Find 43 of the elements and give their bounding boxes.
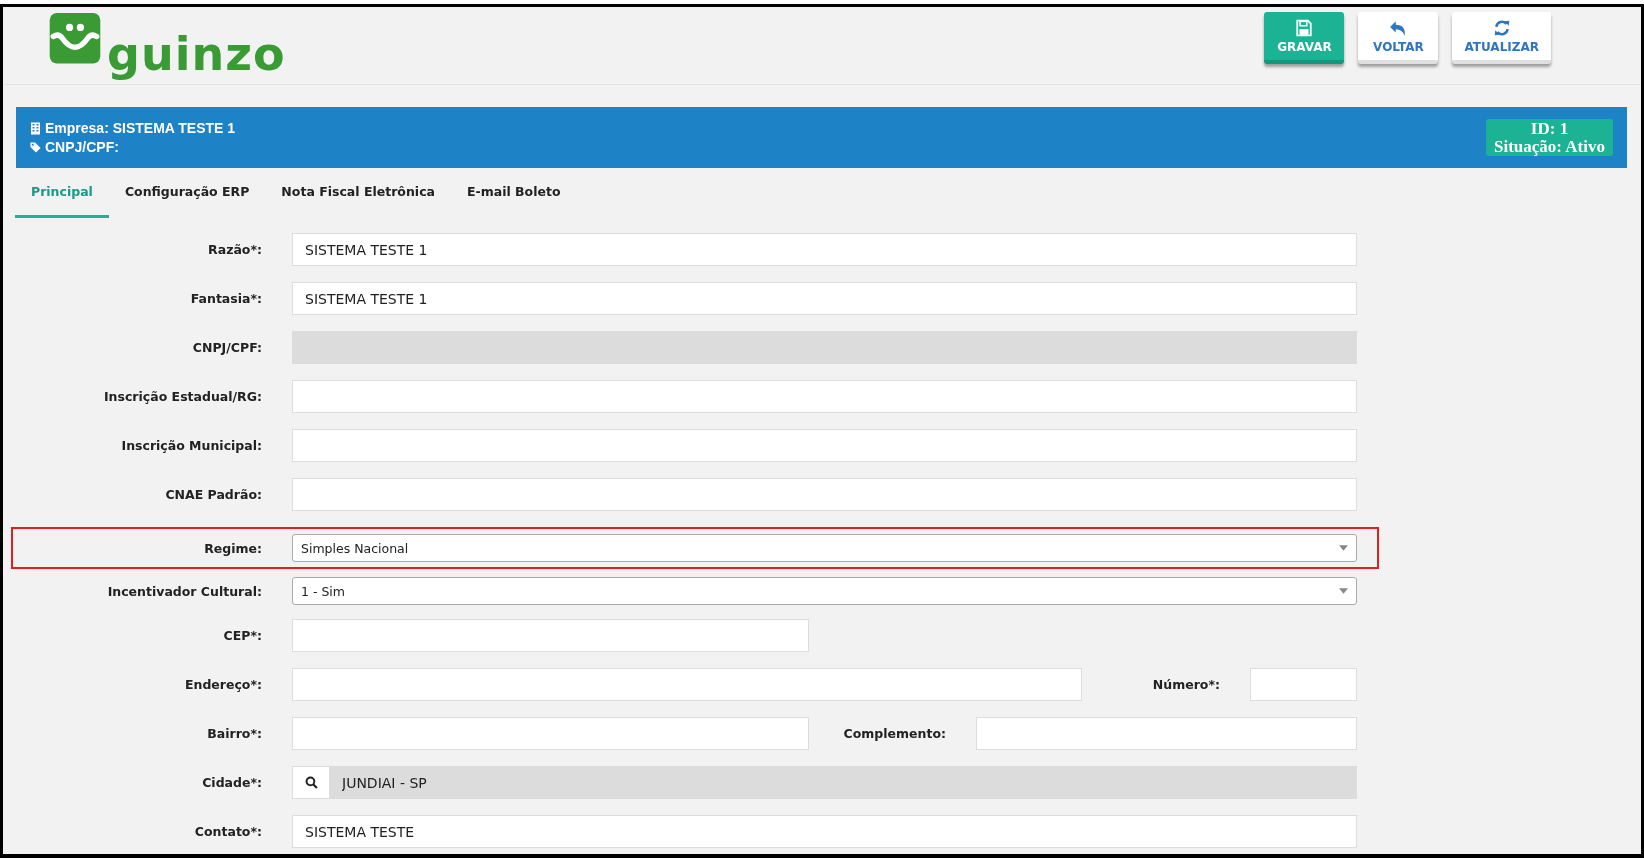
field-label: Endereço*: — [183, 677, 262, 692]
input-field[interactable] — [1250, 668, 1357, 701]
tag-icon — [30, 140, 41, 154]
field-label: Bairro*: — [206, 726, 262, 741]
building-icon — [30, 121, 41, 135]
input-field[interactable] — [976, 717, 1357, 750]
field-label: CNAE Padrão: — [164, 487, 262, 502]
input-field[interactable] — [292, 380, 1357, 413]
field-label: Regime: — [203, 540, 262, 556]
tab[interactable]: E-mail Boleto — [451, 168, 577, 218]
tab[interactable]: Configuração ERP — [108, 168, 266, 218]
input-field[interactable] — [292, 668, 1082, 701]
field-label: Inscrição Estadual/RG: — [102, 389, 262, 404]
input-field[interactable] — [292, 717, 809, 750]
company-document: CNPJ/CPF: — [45, 139, 119, 155]
refresh-button[interactable]: ATUALIZAR — [1452, 12, 1551, 64]
back-button[interactable]: VOLTAR — [1358, 12, 1439, 64]
input-field[interactable]: SISTEMA TESTE 1 — [292, 282, 1357, 315]
dropdown-caret-icon — [1339, 588, 1348, 594]
select-field[interactable]: 1 - Sim — [292, 577, 1357, 605]
field-label: Razão*: — [207, 242, 262, 257]
field-label: Número*: — [1151, 677, 1220, 692]
input-field[interactable] — [292, 619, 809, 652]
field-label: Complemento: — [842, 726, 946, 741]
input-field[interactable] — [292, 429, 1357, 462]
input-field[interactable]: SISTEMA TESTE — [292, 815, 1357, 848]
input-field[interactable]: SISTEMA TESTE 1 — [292, 233, 1357, 266]
tab[interactable]: Nota Fiscal Eletrônica — [265, 168, 451, 218]
field-label: Cidade*: — [201, 775, 262, 790]
field-label: Inscrição Municipal: — [120, 438, 262, 453]
dropdown-caret-icon — [1339, 545, 1348, 551]
search-icon — [304, 776, 318, 789]
company-name: Empresa: SISTEMA TESTE 1 — [45, 120, 236, 136]
input-field[interactable] — [292, 478, 1357, 511]
field-label: Incentivador Cultural: — [106, 583, 262, 599]
refresh-icon — [1492, 18, 1511, 37]
field-label: CEP*: — [222, 628, 262, 643]
field-label: Fantasia*: — [189, 291, 262, 306]
field-label: Contato*: — [193, 824, 262, 839]
search-button[interactable] — [292, 766, 330, 799]
select-field[interactable]: Simples Nacional — [292, 534, 1357, 562]
field-label: CNPJ/CPF: — [191, 340, 262, 355]
status-badge: ID: 1 Situação: Ativo — [1486, 118, 1613, 157]
